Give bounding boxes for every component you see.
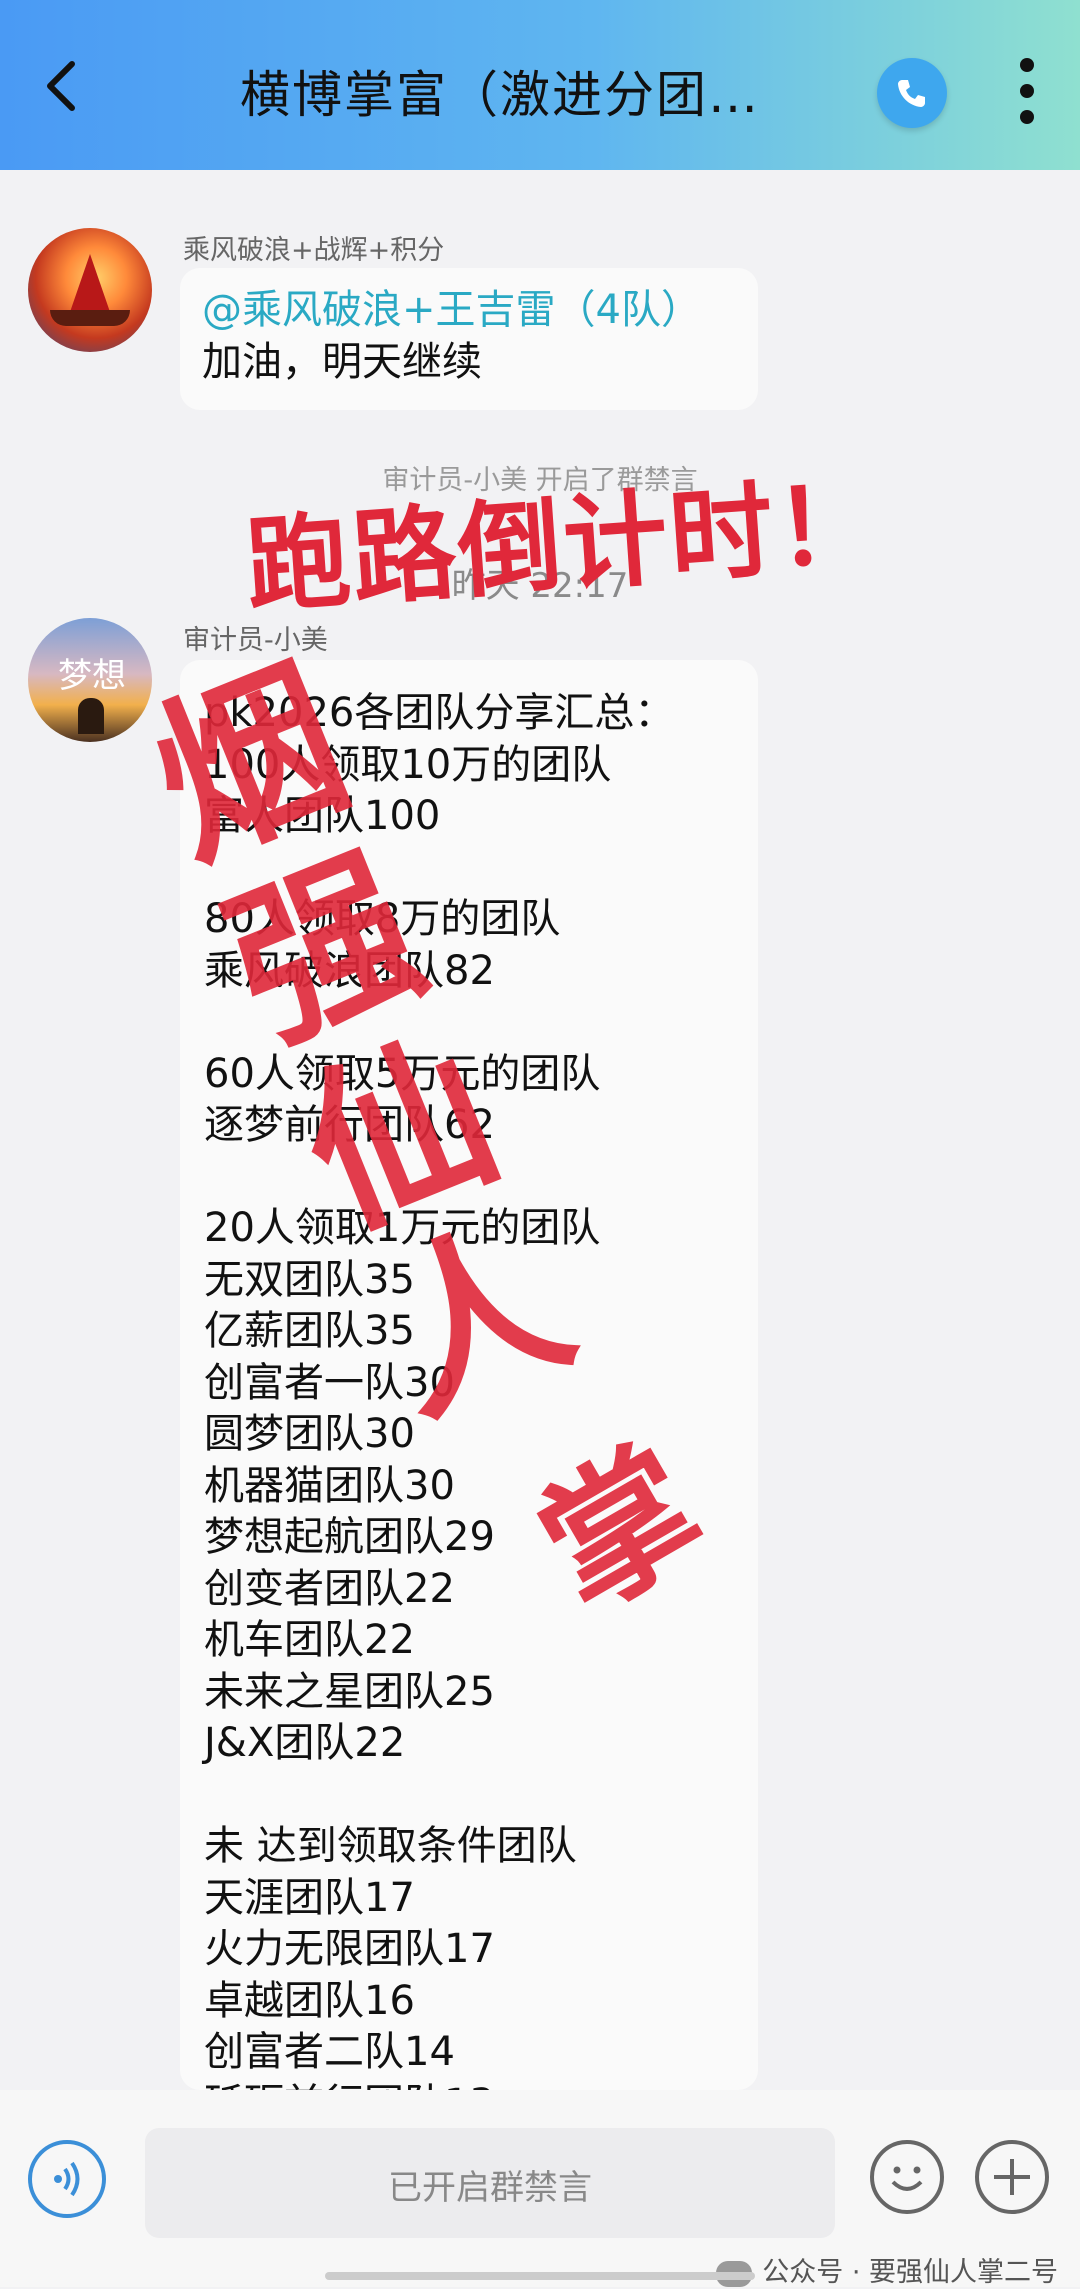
avatar-text: 梦想 (58, 656, 126, 696)
message-line: 天涯团队17 (204, 1874, 415, 1921)
avatar[interactable]: 梦想 (28, 618, 152, 742)
message-line: 梦想起航团队29 (204, 1514, 495, 1560)
mention-link[interactable]: @乘风破浪+王吉雷（4队） (202, 287, 701, 333)
message-line: 机车团队22 (204, 1617, 415, 1663)
more-vertical-icon[interactable] (1012, 58, 1042, 124)
message-text: @乘风破浪+王吉雷（4队） 加油，明天继续 (202, 284, 742, 388)
message-line: J&X团队22 (204, 1720, 406, 1766)
watermark: 公众号 · 要强仙人掌二号 (716, 2250, 1058, 2289)
message-line: 机器猫团队30 (204, 1462, 455, 1509)
message-line: 砥砺前行团队13 (204, 2071, 495, 2091)
home-indicator (325, 2272, 755, 2280)
emoji-icon[interactable] (870, 2140, 944, 2214)
message-line: 创变者团队22 (204, 1565, 455, 1612)
voice-icon[interactable] (28, 2140, 106, 2218)
plus-icon[interactable] (975, 2140, 1049, 2214)
chat-header: 横博掌富（激进分团… (0, 0, 1080, 170)
message-input[interactable]: 已开启群禁言 (145, 2128, 835, 2238)
input-placeholder: 已开启群禁言 (388, 2168, 592, 2208)
message-body: 加油，明天继续 (202, 339, 482, 385)
watermark-text: 公众号 · 要强仙人掌二号 (762, 2257, 1058, 2288)
message-line: 圆梦团队30 (204, 1411, 415, 1457)
chat-area[interactable]: 乘风破浪+战辉+积分 @乘风破浪+王吉雷（4队） 加油，明天继续 审计员-小美 … (0, 170, 1080, 2090)
input-bar: 已开启群禁言 公众号 · 要强仙人掌二号 (0, 2090, 1080, 2289)
message-line: 卓越团队16 (204, 1977, 415, 2024)
back-arrow-icon[interactable] (40, 58, 84, 114)
phone-icon[interactable] (877, 58, 947, 128)
sender-name: 乘风破浪+战辉+积分 (183, 235, 445, 266)
message-line: 未来之星团队25 (204, 1668, 495, 1715)
avatar[interactable] (28, 228, 152, 352)
message-line: 创富者二队14 (204, 2029, 455, 2075)
message-line: 未 达到领取条件团队 (204, 1823, 577, 1869)
chat-title: 横博掌富（激进分团… (240, 66, 760, 124)
message-bubble[interactable]: @乘风破浪+王吉雷（4队） 加油，明天继续 (180, 268, 758, 410)
message-line: 火力无限团队17 (204, 1926, 495, 1972)
